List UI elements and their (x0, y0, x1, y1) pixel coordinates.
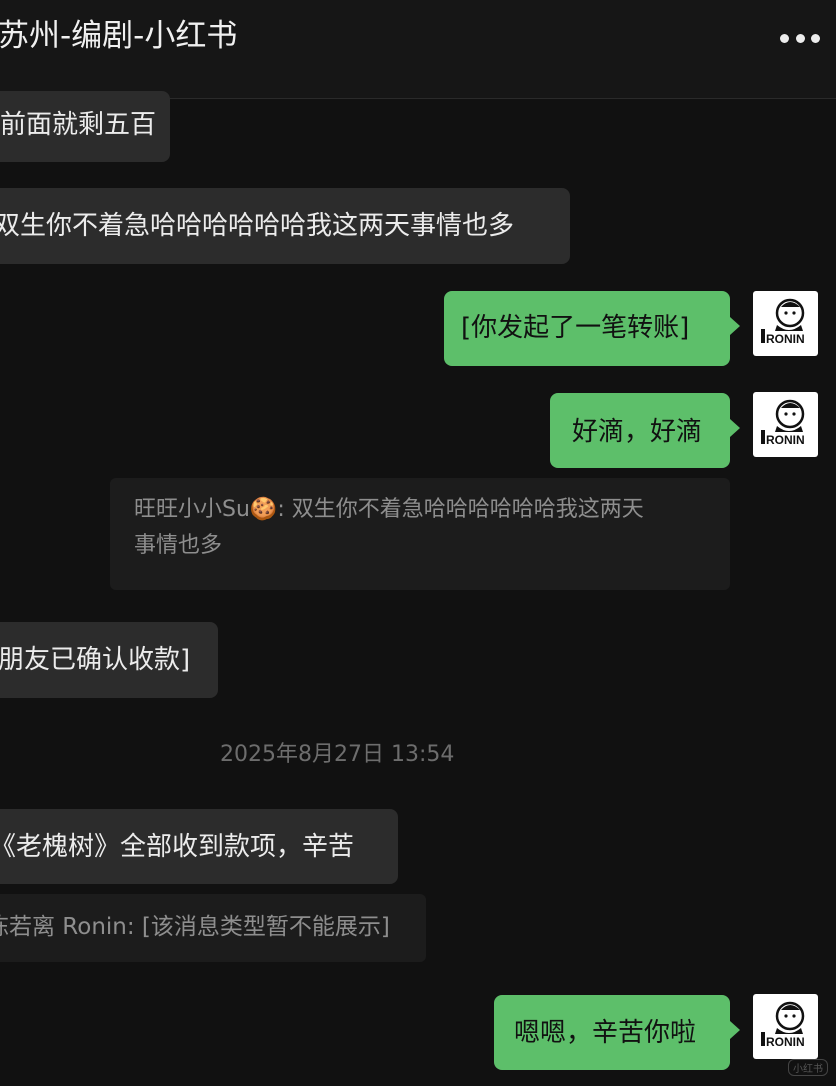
message-bubble-incoming[interactable]: 朋友已确认收款] (0, 622, 218, 698)
avatar[interactable]: RONIN (753, 392, 818, 457)
message-bubble-incoming[interactable]: 前面就剩五百 (0, 91, 170, 162)
message-bubble-outgoing[interactable]: [你发起了一笔转账] (444, 291, 740, 366)
message-bubble-outgoing[interactable]: 好滴，好滴 (550, 393, 740, 468)
message-text: [你发起了一笔转账] (461, 313, 690, 343)
avatar[interactable]: RONIN (753, 291, 818, 356)
message-bubble-incoming[interactable]: 双生你不着急哈哈哈哈哈哈我这两天事情也多 (0, 188, 570, 264)
message-text: 《老槐树》全部收到款项，辛苦 (0, 832, 355, 862)
svg-text:RONIN: RONIN (766, 332, 805, 346)
avatar[interactable]: RONIN (753, 994, 818, 1059)
quote-text: : 双生你不着急哈哈哈哈哈哈我这两天 (277, 497, 644, 522)
quoted-message[interactable]: 陈若离 Ronin: [该消息类型暂不能展示] (0, 894, 426, 962)
quote-sender: 旺旺小小Su (134, 497, 250, 522)
timestamp: 2025年8月27日 13:54 (220, 742, 455, 767)
quote-text: 事情也多 (134, 533, 223, 558)
message-text: 朋友已确认收款] (0, 645, 191, 675)
cookie-emoji-icon: 🍪 (249, 497, 278, 522)
message-text: 双生你不着急哈哈哈哈哈哈我这两天事情也多 (0, 211, 515, 241)
message-text: 嗯嗯，辛苦你啦 (514, 1018, 697, 1048)
avatar-ronin-logo: RONIN (761, 298, 805, 346)
avatar-ronin-logo: RONIN (761, 1001, 805, 1049)
message-bubble-incoming[interactable]: 《老槐树》全部收到款项，辛苦 (0, 809, 398, 884)
message-text: 好滴，好滴 (572, 417, 703, 447)
chat-title[interactable]: 苏州-编剧-小红书 (0, 14, 237, 58)
watermark: 小红书 (788, 1059, 828, 1076)
svg-text:RONIN: RONIN (766, 433, 805, 447)
chat-header: 苏州-编剧-小红书 (0, 0, 836, 99)
more-dots-icon[interactable] (780, 24, 820, 52)
quote-text: 陈若离 Ronin: [该消息类型暂不能展示] (0, 914, 390, 940)
svg-text:RONIN: RONIN (766, 1035, 805, 1049)
quoted-message[interactable]: 旺旺小小Su🍪: 双生你不着急哈哈哈哈哈哈我这两天 事情也多 (110, 478, 730, 590)
message-text: 前面就剩五百 (0, 110, 157, 140)
avatar-ronin-logo: RONIN (761, 399, 805, 447)
message-bubble-outgoing[interactable]: 嗯嗯，辛苦你啦 (494, 995, 740, 1070)
